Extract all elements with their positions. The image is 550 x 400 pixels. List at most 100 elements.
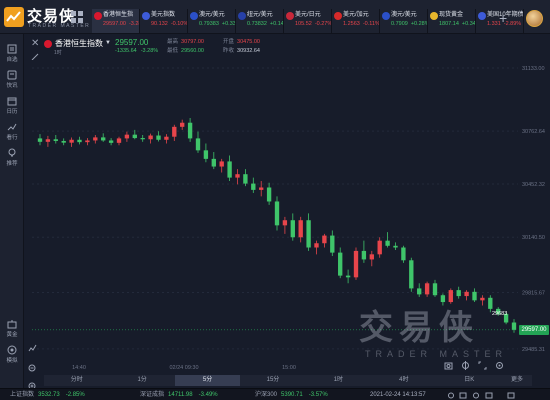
period-option[interactable]: 5分: [174, 375, 241, 386]
fullscreen-icon[interactable]: [478, 361, 487, 370]
sidebar-item-market[interactable]: 看行: [0, 122, 24, 141]
candle-body: [172, 126, 177, 137]
sidebar-item-label: 日历: [6, 109, 18, 115]
period-option[interactable]: 1时: [306, 375, 371, 386]
last-price-tag: 29597.00: [519, 324, 549, 335]
candle-body: [101, 137, 106, 141]
tab-quote[interactable]: 现货黄金 1807.14+0.34%: [428, 9, 476, 33]
index-value: 14711.98: [168, 392, 193, 398]
candle-body: [45, 139, 51, 142]
tab-quote[interactable]: 美元指数 90.132 -0.10%: [140, 9, 188, 33]
flag-icon: [142, 12, 150, 20]
tab-value: 105.52: [295, 21, 312, 27]
candle-body: [259, 187, 264, 190]
candle-body: [116, 138, 122, 143]
index-change: -3.49%: [198, 392, 218, 398]
flag-icon: [382, 12, 390, 20]
sidebar-item-label: 快讯: [6, 83, 18, 89]
crosshair-icon[interactable]: [461, 361, 470, 370]
flag-icon: [286, 12, 294, 20]
tab-quote-values: 1807.14+0.34%: [439, 20, 475, 28]
stat-value: 30797.00: [181, 39, 204, 45]
sidebar-item-simulate[interactable]: 模拟: [0, 345, 24, 364]
candle-body: [266, 187, 272, 202]
sidebar-item-gold[interactable]: 黄金: [0, 319, 24, 338]
candle-body: [314, 243, 319, 248]
sidebar: 自选 快讯 日历 看行 推荐 黄金 模拟: [0, 34, 24, 388]
index-quote[interactable]: 沪深300 5390.71 -3.57%: [255, 389, 328, 400]
candle-body: [180, 122, 185, 127]
index-quote[interactable]: 上证指数 3532.73 -2.85%: [10, 389, 85, 400]
candle-body: [401, 247, 406, 261]
candle-body: [243, 174, 248, 184]
tab-quote[interactable]: 美元/加元 1.2563 -0.11%: [332, 9, 380, 33]
period-option[interactable]: 4时: [371, 375, 436, 386]
candlestick-chart[interactable]: 31133.00 30762.64 30452.32 30140.50 29815.67…: [24, 60, 550, 374]
zoom-out-icon[interactable]: [28, 364, 37, 373]
sidebar-item-label: 看行: [6, 135, 18, 141]
tab-quote[interactable]: 纽元/美元 0.73832+0.14%: [236, 9, 284, 33]
tab-quote[interactable]: 香港恒生指 29597.00-3.28%: [92, 9, 140, 33]
avatar[interactable]: [526, 10, 543, 27]
index-quote[interactable]: 深证成指 14711.98 -3.49%: [140, 389, 218, 400]
tab-quote[interactable]: 美元/日元 105.52 -0.27%: [284, 9, 332, 33]
flag-icon: [238, 12, 246, 20]
tab-change: -0.10%: [170, 21, 188, 27]
candle-body: [219, 161, 224, 167]
stat-value: 29560.00: [181, 48, 204, 54]
index-value: 5390.71: [281, 392, 303, 398]
tab-value: 0.7909: [391, 21, 408, 27]
screenshot-icon[interactable]: [444, 361, 453, 370]
candle-body: [424, 283, 430, 295]
stat-item: 开盘 30475.00: [223, 38, 260, 47]
tab-value: 90.132: [151, 21, 168, 27]
low-price-label: 29683: [492, 311, 508, 317]
tab-quote-values: 105.52 -0.27%: [295, 20, 331, 28]
candle-body: [37, 138, 43, 142]
candle-body: [353, 250, 359, 278]
period-option[interactable]: 1分: [109, 375, 174, 386]
top-bar: 交易侠 TRADER MASTER 香港恒生指29597.00-3.28%美元指…: [0, 0, 550, 34]
candle-body: [227, 161, 232, 178]
index-name: 深证成指: [140, 392, 165, 398]
tab-quote-values: 29597.00-3.28%: [103, 20, 139, 28]
sidebar-item-calendar[interactable]: 日历: [0, 96, 24, 115]
gear-icon[interactable]: [495, 361, 504, 370]
app-window: 交易侠 TRADER MASTER 香港恒生指29597.00-3.28%美元指…: [0, 0, 550, 400]
tab-value: 1807.14: [439, 21, 459, 27]
candle-body: [290, 220, 295, 238]
flag-icon: [94, 12, 102, 20]
x-tick-label: 14:40: [72, 365, 86, 371]
tab-name: 美元/日元: [295, 12, 321, 18]
candle-body: [417, 288, 422, 295]
period-option[interactable]: 15分: [240, 375, 305, 386]
tab-change: +0.28%: [410, 21, 428, 27]
grid-menu-icon[interactable]: [71, 11, 83, 23]
add-tab-button[interactable]: +: [499, 11, 507, 25]
candle-body: [187, 122, 193, 139]
x-tick-label: 02/24 09:30: [169, 365, 198, 371]
candle-body: [61, 140, 66, 143]
stat-label: 昨收: [223, 48, 235, 54]
tab-quote[interactable]: 澳元/美元 0.79383+0.33%: [188, 9, 236, 33]
period-option[interactable]: 日K: [437, 375, 502, 386]
period-more-button[interactable]: 更多: [502, 375, 532, 386]
tab-change: -3.28%: [128, 21, 139, 27]
sidebar-item-news[interactable]: 快讯: [0, 70, 24, 89]
tab-change: -0.27%: [314, 21, 332, 27]
candle-body: [330, 235, 335, 253]
symbol-name[interactable]: 香港恒生指数: [55, 38, 103, 49]
stat-item: 最高 30797.00: [167, 38, 204, 47]
star-icon: [7, 44, 17, 54]
sidebar-item-watchlist[interactable]: 自选: [0, 44, 24, 63]
candle-body: [306, 220, 311, 248]
candle-body: [298, 220, 303, 238]
close-icon[interactable]: ✕: [31, 39, 39, 49]
period-option[interactable]: 分时: [44, 375, 109, 386]
indicator-icon[interactable]: [28, 344, 37, 353]
sidebar-item-recommend[interactable]: 推荐: [0, 148, 24, 167]
tab-quote[interactable]: 澳元/美元 0.7909 +0.28%: [380, 9, 428, 33]
candle-body: [456, 290, 461, 297]
stat-label: 最高: [167, 39, 179, 45]
chevron-down-icon[interactable]: ▼: [105, 40, 111, 46]
